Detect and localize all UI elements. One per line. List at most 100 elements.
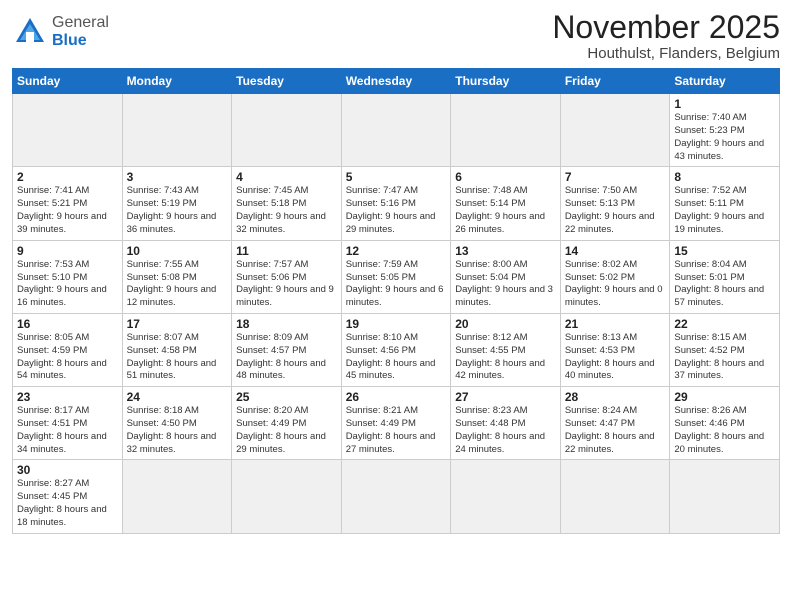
day-number: 19 [346,317,447,331]
day-number: 3 [127,170,228,184]
day-number: 10 [127,244,228,258]
calendar-cell: 25Sunrise: 8:20 AM Sunset: 4:49 PM Dayli… [232,387,342,460]
calendar-cell: 17Sunrise: 8:07 AM Sunset: 4:58 PM Dayli… [122,313,232,386]
page: General Blue November 2025 Houthulst, Fl… [0,0,792,612]
day-info: Sunrise: 8:17 AM Sunset: 4:51 PM Dayligh… [17,405,118,456]
week-row-5: 30Sunrise: 8:27 AM Sunset: 4:45 PM Dayli… [13,460,780,533]
calendar-cell: 3Sunrise: 7:43 AM Sunset: 5:19 PM Daylig… [122,167,232,240]
day-number: 11 [236,244,337,258]
day-info: Sunrise: 7:48 AM Sunset: 5:14 PM Dayligh… [455,185,556,236]
day-info: Sunrise: 8:07 AM Sunset: 4:58 PM Dayligh… [127,332,228,383]
calendar-cell: 21Sunrise: 8:13 AM Sunset: 4:53 PM Dayli… [560,313,670,386]
calendar-cell: 14Sunrise: 8:02 AM Sunset: 5:02 PM Dayli… [560,240,670,313]
day-number: 20 [455,317,556,331]
calendar-cell [232,94,342,167]
calendar-cell: 26Sunrise: 8:21 AM Sunset: 4:49 PM Dayli… [341,387,451,460]
day-number: 16 [17,317,118,331]
weekday-header-monday: Monday [122,69,232,94]
day-number: 17 [127,317,228,331]
calendar-cell: 4Sunrise: 7:45 AM Sunset: 5:18 PM Daylig… [232,167,342,240]
day-number: 6 [455,170,556,184]
day-info: Sunrise: 7:53 AM Sunset: 5:10 PM Dayligh… [17,259,118,310]
day-info: Sunrise: 8:00 AM Sunset: 5:04 PM Dayligh… [455,259,556,310]
day-info: Sunrise: 7:47 AM Sunset: 5:16 PM Dayligh… [346,185,447,236]
day-number: 9 [17,244,118,258]
day-number: 14 [565,244,666,258]
day-info: Sunrise: 8:24 AM Sunset: 4:47 PM Dayligh… [565,405,666,456]
calendar-cell: 15Sunrise: 8:04 AM Sunset: 5:01 PM Dayli… [670,240,780,313]
week-row-4: 23Sunrise: 8:17 AM Sunset: 4:51 PM Dayli… [13,387,780,460]
calendar: SundayMondayTuesdayWednesdayThursdayFrid… [12,68,780,534]
calendar-cell: 13Sunrise: 8:00 AM Sunset: 5:04 PM Dayli… [451,240,561,313]
day-info: Sunrise: 8:12 AM Sunset: 4:55 PM Dayligh… [455,332,556,383]
day-number: 2 [17,170,118,184]
day-number: 13 [455,244,556,258]
title-block: November 2025 Houthulst, Flanders, Belgi… [552,10,780,62]
calendar-cell [560,460,670,533]
calendar-cell: 2Sunrise: 7:41 AM Sunset: 5:21 PM Daylig… [13,167,123,240]
calendar-cell: 28Sunrise: 8:24 AM Sunset: 4:47 PM Dayli… [560,387,670,460]
calendar-cell: 6Sunrise: 7:48 AM Sunset: 5:14 PM Daylig… [451,167,561,240]
day-info: Sunrise: 8:26 AM Sunset: 4:46 PM Dayligh… [674,405,775,456]
day-info: Sunrise: 8:23 AM Sunset: 4:48 PM Dayligh… [455,405,556,456]
day-number: 23 [17,390,118,404]
day-info: Sunrise: 8:20 AM Sunset: 4:49 PM Dayligh… [236,405,337,456]
calendar-cell: 8Sunrise: 7:52 AM Sunset: 5:11 PM Daylig… [670,167,780,240]
day-info: Sunrise: 7:45 AM Sunset: 5:18 PM Dayligh… [236,185,337,236]
logo-general: General [52,14,109,31]
calendar-cell [341,460,451,533]
weekday-header-wednesday: Wednesday [341,69,451,94]
day-number: 15 [674,244,775,258]
weekday-header-thursday: Thursday [451,69,561,94]
day-number: 30 [17,463,118,477]
week-row-3: 16Sunrise: 8:05 AM Sunset: 4:59 PM Dayli… [13,313,780,386]
day-info: Sunrise: 7:43 AM Sunset: 5:19 PM Dayligh… [127,185,228,236]
weekday-header-saturday: Saturday [670,69,780,94]
day-info: Sunrise: 8:15 AM Sunset: 4:52 PM Dayligh… [674,332,775,383]
calendar-cell: 1Sunrise: 7:40 AM Sunset: 5:23 PM Daylig… [670,94,780,167]
calendar-cell: 24Sunrise: 8:18 AM Sunset: 4:50 PM Dayli… [122,387,232,460]
calendar-cell: 11Sunrise: 7:57 AM Sunset: 5:06 PM Dayli… [232,240,342,313]
day-info: Sunrise: 7:59 AM Sunset: 5:05 PM Dayligh… [346,259,447,310]
day-info: Sunrise: 8:10 AM Sunset: 4:56 PM Dayligh… [346,332,447,383]
week-row-0: 1Sunrise: 7:40 AM Sunset: 5:23 PM Daylig… [13,94,780,167]
day-number: 21 [565,317,666,331]
day-number: 24 [127,390,228,404]
calendar-cell: 23Sunrise: 8:17 AM Sunset: 4:51 PM Dayli… [13,387,123,460]
day-info: Sunrise: 8:02 AM Sunset: 5:02 PM Dayligh… [565,259,666,310]
calendar-cell: 7Sunrise: 7:50 AM Sunset: 5:13 PM Daylig… [560,167,670,240]
weekday-header-friday: Friday [560,69,670,94]
logo-text: General Blue [52,14,109,49]
day-info: Sunrise: 8:27 AM Sunset: 4:45 PM Dayligh… [17,478,118,529]
logo: General Blue [12,14,109,50]
calendar-cell: 18Sunrise: 8:09 AM Sunset: 4:57 PM Dayli… [232,313,342,386]
weekday-header-sunday: Sunday [13,69,123,94]
calendar-cell: 22Sunrise: 8:15 AM Sunset: 4:52 PM Dayli… [670,313,780,386]
calendar-cell [122,94,232,167]
day-number: 28 [565,390,666,404]
day-info: Sunrise: 8:04 AM Sunset: 5:01 PM Dayligh… [674,259,775,310]
week-row-1: 2Sunrise: 7:41 AM Sunset: 5:21 PM Daylig… [13,167,780,240]
calendar-cell: 9Sunrise: 7:53 AM Sunset: 5:10 PM Daylig… [13,240,123,313]
day-info: Sunrise: 7:50 AM Sunset: 5:13 PM Dayligh… [565,185,666,236]
calendar-cell: 30Sunrise: 8:27 AM Sunset: 4:45 PM Dayli… [13,460,123,533]
day-info: Sunrise: 8:05 AM Sunset: 4:59 PM Dayligh… [17,332,118,383]
calendar-cell [560,94,670,167]
day-info: Sunrise: 7:41 AM Sunset: 5:21 PM Dayligh… [17,185,118,236]
calendar-cell [451,94,561,167]
day-info: Sunrise: 7:52 AM Sunset: 5:11 PM Dayligh… [674,185,775,236]
calendar-cell: 5Sunrise: 7:47 AM Sunset: 5:16 PM Daylig… [341,167,451,240]
logo-icon [12,14,48,50]
calendar-cell: 29Sunrise: 8:26 AM Sunset: 4:46 PM Dayli… [670,387,780,460]
day-number: 22 [674,317,775,331]
calendar-cell [13,94,123,167]
header: General Blue November 2025 Houthulst, Fl… [12,10,780,62]
day-info: Sunrise: 8:18 AM Sunset: 4:50 PM Dayligh… [127,405,228,456]
calendar-cell [122,460,232,533]
day-info: Sunrise: 8:09 AM Sunset: 4:57 PM Dayligh… [236,332,337,383]
calendar-cell [232,460,342,533]
calendar-cell: 16Sunrise: 8:05 AM Sunset: 4:59 PM Dayli… [13,313,123,386]
day-number: 12 [346,244,447,258]
day-info: Sunrise: 8:13 AM Sunset: 4:53 PM Dayligh… [565,332,666,383]
day-number: 4 [236,170,337,184]
